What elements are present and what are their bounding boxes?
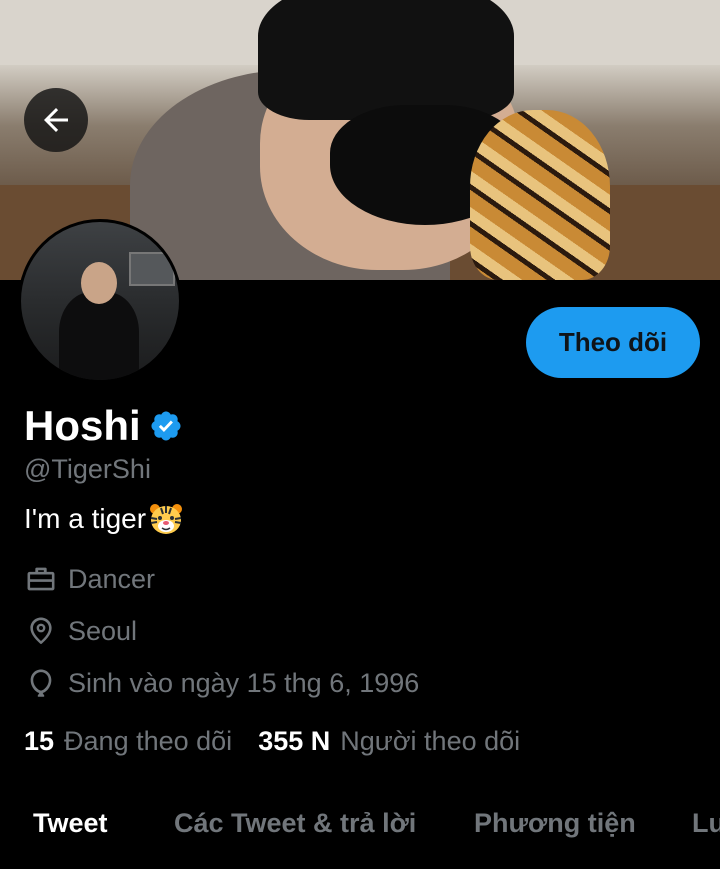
profile-occupation: Dancer bbox=[24, 562, 155, 596]
back-button[interactable] bbox=[24, 88, 88, 152]
arrow-left-icon bbox=[44, 108, 68, 132]
birthday-text: Sinh vào ngày 15 thg 6, 1996 bbox=[68, 667, 420, 698]
profile-name: Hoshi bbox=[24, 402, 141, 449]
balloon-icon bbox=[30, 669, 52, 697]
banner-tiger-plush bbox=[470, 110, 610, 280]
avatar-wall-frame bbox=[129, 252, 175, 286]
tiger-face-emoji bbox=[150, 504, 183, 534]
avatar-person bbox=[59, 292, 139, 380]
briefcase-icon bbox=[27, 567, 55, 591]
tab-likes[interactable]: Lư bbox=[692, 808, 720, 839]
bio-text: I'm a tiger bbox=[24, 503, 147, 534]
occupation-text: Dancer bbox=[68, 563, 156, 594]
location-pin-icon bbox=[30, 617, 52, 644]
followers-count: 355 N bbox=[258, 726, 331, 756]
following-link[interactable]: 15 Đang theo dõi bbox=[24, 726, 232, 757]
avatar-head bbox=[81, 262, 117, 304]
banner-beanie bbox=[258, 0, 514, 120]
tab-tweets[interactable]: Tweet bbox=[33, 808, 108, 839]
avatar[interactable] bbox=[18, 219, 182, 383]
profile-birthday: Sinh vào ngày 15 thg 6, 1996 bbox=[24, 666, 419, 700]
profile-location: Seoul bbox=[24, 614, 137, 648]
followers-link[interactable]: 355 N Người theo dõi bbox=[258, 726, 520, 757]
following-label: Đang theo dõi bbox=[64, 726, 233, 756]
profile-bio: I'm a tiger bbox=[24, 502, 184, 536]
profile-tabs: Tweet Các Tweet & trả lời Phương tiện Lư bbox=[0, 808, 720, 869]
follow-button[interactable]: Theo dõi bbox=[526, 307, 700, 378]
profile-handle: @TigerShi bbox=[24, 454, 151, 484]
followers-label: Người theo dõi bbox=[340, 726, 521, 756]
follow-stats: 15 Đang theo dõi 355 N Người theo dõi bbox=[24, 726, 520, 757]
location-text: Seoul bbox=[68, 615, 138, 646]
following-count: 15 bbox=[24, 726, 55, 756]
verified-badge-icon[interactable] bbox=[149, 409, 183, 443]
profile-name-row: Hoshi bbox=[24, 402, 183, 450]
tab-tweets-and-replies[interactable]: Các Tweet & trả lời bbox=[174, 808, 416, 839]
tab-media[interactable]: Phương tiện bbox=[474, 808, 636, 839]
